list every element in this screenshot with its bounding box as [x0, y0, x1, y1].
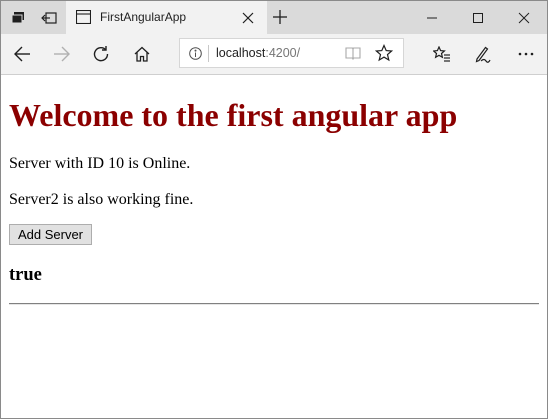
favorites-icon[interactable]	[422, 34, 462, 74]
url-port-path: :4200/	[265, 46, 301, 60]
notes-icon[interactable]	[462, 34, 502, 74]
address-separator	[208, 45, 209, 62]
address-bar[interactable]: localhost:4200/	[179, 38, 404, 68]
site-info-icon[interactable]	[189, 47, 202, 65]
page-icon	[75, 9, 92, 29]
url-host: localhost	[216, 46, 266, 60]
maximize-icon[interactable]	[455, 1, 501, 34]
tab-close-icon[interactable]	[242, 11, 254, 29]
server2-status-text: Server2 is also working fine.	[9, 191, 194, 208]
server-status-text: Server with ID 10 is Online.	[9, 155, 191, 172]
reading-view-icon[interactable]	[345, 46, 361, 65]
title-bar: FirstAngularApp	[1, 1, 547, 34]
close-icon[interactable]	[501, 1, 547, 34]
tab-manager-icon[interactable]	[2, 1, 34, 34]
set-aside-tabs-icon[interactable]	[33, 1, 65, 34]
refresh-icon[interactable]	[81, 34, 121, 74]
minimize-icon[interactable]	[409, 1, 455, 34]
more-icon[interactable]	[506, 34, 546, 74]
navigation-bar: localhost:4200/	[1, 34, 547, 75]
favorite-star-icon[interactable]	[374, 43, 394, 67]
page-heading: Welcome to the first angular app	[9, 97, 458, 133]
home-icon[interactable]	[122, 34, 162, 74]
browser-window: FirstAngularApp localhost:4200/ Welcome …	[0, 0, 548, 419]
add-server-button[interactable]: Add Server	[9, 224, 92, 245]
page-content: Welcome to the first angular app Server …	[1, 75, 547, 418]
forward-icon[interactable]	[42, 34, 82, 74]
new-tab-icon[interactable]	[272, 9, 288, 30]
allow-new-server-value: true	[9, 265, 42, 285]
tab-firstangularapp[interactable]: FirstAngularApp	[66, 1, 267, 34]
horizontal-rule	[9, 303, 539, 305]
back-icon[interactable]	[2, 34, 42, 74]
url-text[interactable]: localhost:4200/	[216, 46, 300, 60]
tab-title: FirstAngularApp	[100, 10, 187, 24]
